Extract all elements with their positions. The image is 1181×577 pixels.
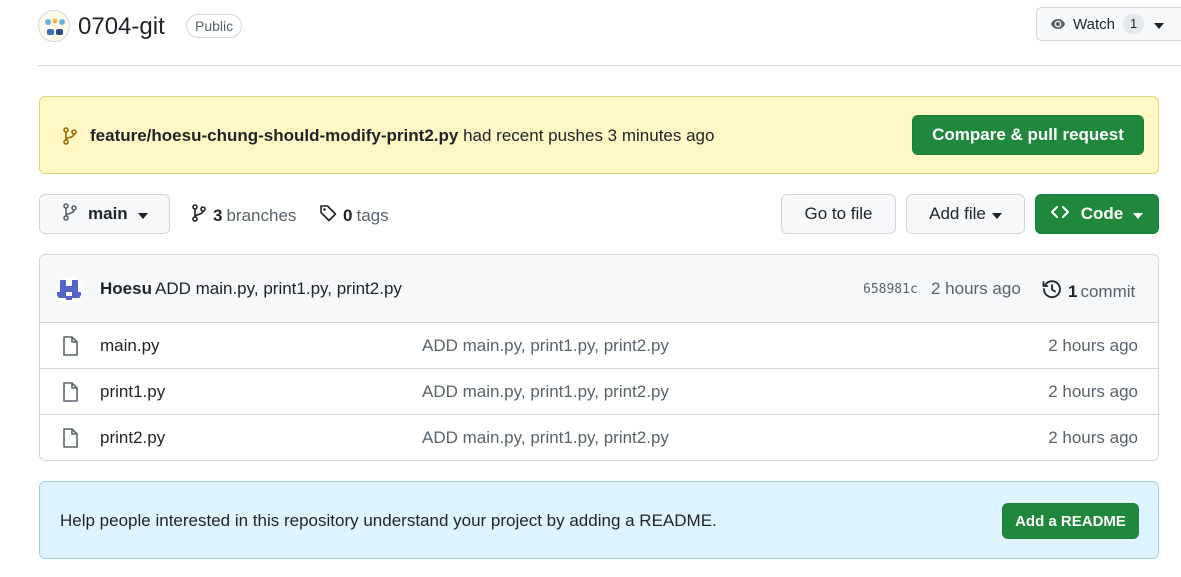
file-commit-message[interactable]: ADD main.py, print1.py, print2.py [422, 428, 669, 448]
add-readme-button[interactable]: Add a README [1002, 503, 1139, 539]
file-listing: Hoesu ADD main.py, print1.py, print2.py … [39, 254, 1159, 461]
file-commit-time: 2 hours ago [1048, 382, 1138, 401]
chevron-down-icon [1133, 204, 1144, 224]
add-file-label: Add file [929, 204, 986, 223]
push-text: had recent pushes 3 minutes ago [463, 126, 715, 145]
file-icon [62, 428, 78, 453]
commit-message[interactable]: ADD main.py, print1.py, print2.py [155, 279, 402, 299]
pushed-branch-name[interactable]: feature/hoesu-chung-should-modify-print2… [90, 126, 458, 145]
watch-button[interactable]: Watch 1 [1036, 7, 1181, 41]
file-name[interactable]: main.py [100, 336, 160, 356]
owner-avatar[interactable] [38, 10, 70, 42]
git-branch-icon [62, 127, 78, 150]
commit-time: 2 hours ago [931, 279, 1021, 298]
history-icon [1042, 279, 1062, 304]
code-icon [1050, 204, 1069, 224]
tags-count: 0 [343, 205, 353, 225]
git-branch-icon [62, 202, 78, 226]
go-to-file-button[interactable]: Go to file [781, 194, 896, 234]
watch-label: Watch [1073, 15, 1115, 33]
code-label: Code [1080, 204, 1124, 223]
file-row[interactable]: main.py ADD main.py, print1.py, print2.p… [40, 323, 1158, 369]
chevron-down-icon [991, 204, 1002, 224]
chevron-down-icon [1154, 16, 1165, 33]
commit-history-link[interactable]: 1 commit [1042, 279, 1135, 304]
branches-count: 3 [213, 205, 223, 225]
repo-name-link[interactable]: 0704-git [78, 12, 165, 42]
readme-message: Help people interested in this repositor… [60, 511, 717, 530]
current-branch: main [88, 204, 128, 223]
branches-link[interactable]: 3 branches [191, 204, 296, 227]
push-message: feature/hoesu-chung-should-modify-print2… [90, 125, 714, 147]
eye-icon [1049, 16, 1067, 32]
recent-push-banner: feature/hoesu-chung-should-modify-print2… [39, 96, 1159, 174]
repo-header: 0704-git Public Watch 1 [38, 7, 1181, 66]
visibility-badge: Public [186, 14, 243, 38]
file-icon [62, 336, 78, 361]
commit-count-label: commit [1080, 281, 1136, 301]
commit-author[interactable]: Hoesu [100, 279, 152, 299]
commit-count: 1 [1068, 281, 1078, 301]
file-commit-time: 2 hours ago [1048, 428, 1138, 447]
identicon-avatar[interactable] [56, 277, 82, 303]
git-branch-icon [191, 204, 207, 227]
compare-pull-request-button[interactable]: Compare & pull request [912, 115, 1144, 155]
file-row[interactable]: print2.py ADD main.py, print1.py, print2… [40, 415, 1158, 460]
branches-label: branches [226, 205, 297, 225]
repo-toolbar: main 3 branches 0 tags Go to file Add fi… [39, 194, 1159, 234]
file-icon [62, 382, 78, 407]
file-name[interactable]: print1.py [100, 382, 165, 402]
tags-link[interactable]: 0 tags [319, 204, 389, 227]
readme-prompt: Help people interested in this repositor… [39, 481, 1159, 559]
latest-commit-bar: Hoesu ADD main.py, print1.py, print2.py … [40, 255, 1158, 323]
tags-label: tags [356, 205, 389, 225]
add-file-button[interactable]: Add file [906, 194, 1025, 234]
file-row[interactable]: print1.py ADD main.py, print1.py, print2… [40, 369, 1158, 415]
tag-icon [319, 204, 337, 227]
watch-count: 1 [1122, 14, 1145, 34]
file-commit-message[interactable]: ADD main.py, print1.py, print2.py [422, 336, 669, 356]
file-commit-time: 2 hours ago [1048, 336, 1138, 355]
code-button[interactable]: Code [1035, 194, 1159, 234]
file-name[interactable]: print2.py [100, 428, 165, 448]
chevron-down-icon [137, 204, 148, 224]
branch-selector-button[interactable]: main [39, 194, 170, 234]
commit-sha[interactable]: 658981c [863, 282, 918, 297]
file-commit-message[interactable]: ADD main.py, print1.py, print2.py [422, 382, 669, 402]
